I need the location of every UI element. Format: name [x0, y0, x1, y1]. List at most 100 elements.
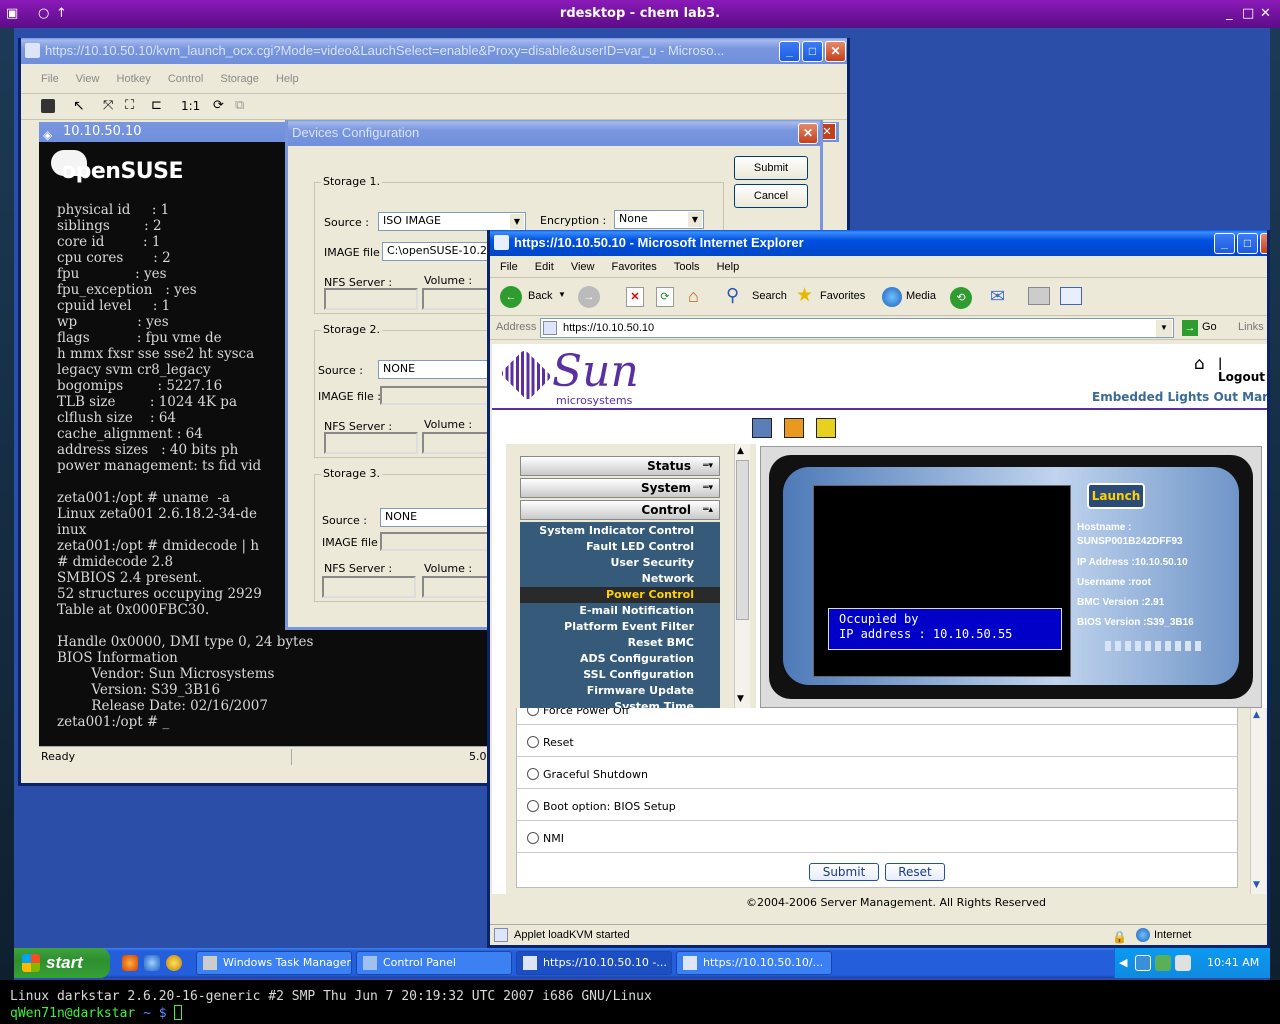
storage2-source-select[interactable]: NONE — [378, 360, 498, 379]
tray-expand-icon[interactable]: ◀ — [1119, 956, 1127, 969]
submenu-item[interactable]: Network — [520, 571, 720, 587]
scroll-up-icon[interactable]: ▲ — [1253, 710, 1260, 720]
storage1-nfs-input[interactable] — [324, 288, 418, 310]
ie-maximize-button[interactable]: □ — [1237, 233, 1258, 254]
edit-icon[interactable] — [1060, 287, 1082, 305]
task-control-panel[interactable]: Control Panel — [356, 951, 512, 975]
option-nmi[interactable]: NMI — [517, 825, 1237, 853]
ie-titlebar[interactable]: https://10.10.50.10 - Microsoft Internet… — [490, 230, 1267, 256]
minimize-icon[interactable]: _ — [1226, 6, 1233, 21]
devices-cancel-button[interactable]: Cancel — [734, 184, 808, 208]
maximize-icon[interactable]: □ — [1242, 6, 1254, 21]
mail-icon[interactable]: ✉ — [990, 286, 1005, 307]
network-icon[interactable] — [1135, 955, 1151, 971]
radio-graceful-shutdown[interactable] — [527, 768, 539, 780]
radio-force-power-off[interactable] — [527, 708, 539, 716]
minimize-button[interactable]: _ — [779, 41, 800, 62]
submenu-item[interactable]: User Security — [520, 555, 720, 571]
submenu-item[interactable]: Power Control — [520, 587, 720, 603]
submenu-item[interactable]: Platform Event Filter — [520, 619, 720, 635]
logout-link[interactable]: | Logout — [1218, 356, 1267, 384]
task-ilom-ie[interactable]: https://10.10.50.10/... — [676, 951, 832, 975]
storage3-image-input[interactable] — [380, 532, 500, 551]
links-label[interactable]: Links — [1238, 321, 1264, 333]
ie-close-button[interactable]: ✕ — [1260, 233, 1267, 254]
volume-icon[interactable] — [1175, 955, 1191, 971]
menu-hotkey[interactable]: Hotkey — [117, 64, 151, 94]
ie-menu-help[interactable]: Help — [717, 256, 740, 278]
favorites-icon[interactable]: ★ — [796, 284, 813, 307]
radio-boot-bios[interactable] — [527, 800, 539, 812]
start-button[interactable]: start — [14, 948, 110, 978]
submenu-item[interactable]: ADS Configuration — [520, 651, 720, 667]
rdesktop-titlebar[interactable]: ▣ ○ ↑ rdesktop - chem lab3. _ □ ✕ — [0, 0, 1280, 28]
save-icon[interactable] — [41, 99, 55, 113]
pointer-icon[interactable]: ↖ — [73, 98, 85, 114]
nav-scrollbar[interactable]: ▲ ▼ — [734, 444, 750, 708]
back-dropdown-icon[interactable]: ▼ — [558, 290, 566, 299]
tools-icon[interactable] — [816, 418, 836, 438]
submenu-item[interactable]: System Time — [520, 699, 720, 708]
devices-submit-button[interactable]: Submit — [734, 156, 808, 180]
mouse-sync-icon[interactable]: ⤧ — [103, 98, 113, 113]
print-icon[interactable] — [1028, 287, 1050, 305]
option-graceful-shutdown[interactable]: Graceful Shutdown — [517, 761, 1237, 789]
power-scrollbar[interactable]: ▲ ▼ — [1250, 708, 1266, 894]
console-icon[interactable] — [752, 418, 772, 438]
option-reset[interactable]: Reset — [517, 729, 1237, 757]
close-button[interactable]: ✕ — [825, 41, 846, 62]
close-icon[interactable]: ✕ — [1260, 6, 1271, 21]
submenu-item[interactable]: System Indicator Control — [520, 523, 720, 539]
search-button[interactable]: Search — [752, 290, 787, 302]
storage1-image-input[interactable]: C:\openSUSE-10.2-G — [382, 242, 502, 261]
submenu-item[interactable]: SSL Configuration — [520, 667, 720, 683]
history-icon[interactable]: ⟲ — [950, 287, 972, 309]
storage-icon[interactable] — [784, 418, 804, 438]
menu-file[interactable]: File — [41, 64, 59, 94]
ie-quicklaunch-icon[interactable] — [144, 955, 160, 971]
forward-icon[interactable]: → — [578, 286, 600, 308]
firefox-icon[interactable] — [122, 955, 138, 971]
storage1-source-select[interactable]: ISO IMAGE ▼ — [378, 212, 526, 231]
home-icon[interactable]: ⌂ — [1194, 354, 1205, 374]
maximize-button[interactable]: □ — [802, 41, 823, 62]
search-icon[interactable]: ⚲ — [726, 285, 739, 306]
stop-icon[interactable]: ✕ — [626, 287, 644, 307]
media-button[interactable]: Media — [906, 290, 936, 302]
ie-menu-tools[interactable]: Tools — [674, 256, 700, 278]
scroll-up-icon[interactable]: ▲ — [737, 446, 744, 456]
storage3-source-select[interactable]: NONE — [380, 508, 500, 527]
go-icon[interactable]: → — [1182, 320, 1198, 336]
storage3-nfs-input[interactable] — [322, 576, 416, 598]
devices-close-button[interactable]: ✕ — [798, 123, 818, 144]
option-boot-bios[interactable]: Boot option: BIOS Setup — [517, 793, 1237, 821]
refresh-icon[interactable]: ⟳ — [213, 98, 224, 113]
submenu-item[interactable]: Firmware Update — [520, 683, 720, 699]
submenu-item[interactable]: E-mail Notification — [520, 603, 720, 619]
back-button[interactable]: Back — [528, 290, 552, 302]
power-reset-button[interactable]: Reset — [885, 863, 945, 881]
ie-menu-edit[interactable]: Edit — [535, 256, 554, 278]
home-icon[interactable]: ⌂ — [688, 286, 699, 307]
ie-minimize-button[interactable]: _ — [1214, 233, 1235, 254]
linux-terminal[interactable]: Linux darkstar 2.6.20-16-generic #2 SMP … — [0, 980, 1280, 1024]
fullscreen-icon[interactable]: ⛶ — [125, 98, 134, 113]
back-icon[interactable]: ← — [500, 286, 522, 308]
security-icon[interactable] — [1155, 955, 1171, 971]
zoom-1to1-button[interactable]: 1:1 — [181, 99, 200, 113]
go-button[interactable]: Go — [1202, 321, 1217, 333]
launch-button[interactable]: Launch — [1087, 483, 1145, 509]
menu-storage[interactable]: Storage — [220, 64, 259, 94]
media-player-icon[interactable] — [166, 955, 182, 971]
task-kvm-ie[interactable]: https://10.10.50.10 -... — [516, 951, 672, 975]
chevron-down-icon[interactable]: ▼ — [1156, 320, 1172, 337]
capture-icon[interactable]: ⧉ — [235, 98, 244, 113]
scroll-down-icon[interactable]: ▼ — [737, 694, 744, 704]
menu-control[interactable]: Control — [168, 64, 203, 94]
favorites-button[interactable]: Favorites — [820, 290, 865, 302]
address-input[interactable]: https://10.10.50.10 ▼ — [540, 318, 1174, 338]
kvm-titlebar[interactable]: https://10.10.50.10/kvm_launch_ocx.cgi?M… — [21, 38, 847, 64]
submenu-item[interactable]: Fault LED Control — [520, 539, 720, 555]
storage2-nfs-input[interactable] — [324, 432, 418, 454]
clock[interactable]: 10:41 AM — [1207, 956, 1259, 969]
